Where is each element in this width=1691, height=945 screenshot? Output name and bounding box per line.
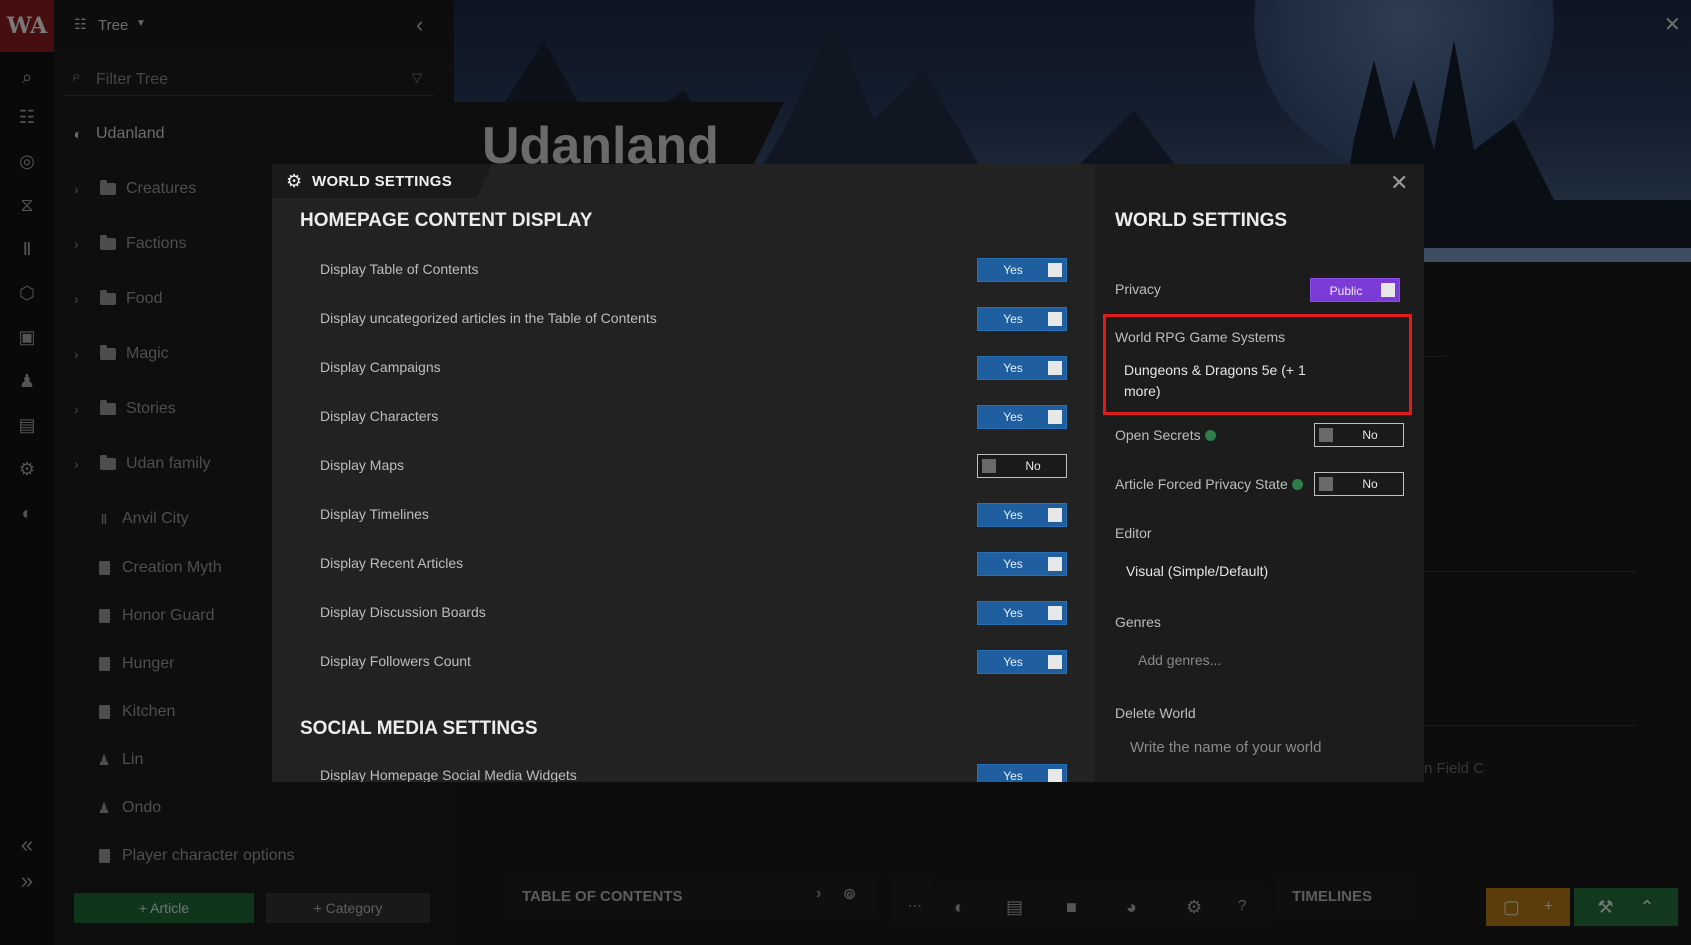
toggle-knob (1319, 428, 1333, 442)
toggle-value: Yes (1003, 769, 1023, 782)
forced-privacy-label: Article Forced Privacy State (1115, 476, 1303, 492)
toggle-value: Yes (1003, 508, 1023, 522)
setting-toggle[interactable]: Yes (977, 552, 1067, 576)
toggle-value: No (1362, 428, 1378, 442)
setting-toggle[interactable]: Yes (977, 650, 1067, 674)
editor-label: Editor (1115, 525, 1152, 541)
toggle-knob (1048, 606, 1062, 620)
toggle-value: No (1025, 459, 1041, 473)
toggle-value: Yes (1003, 263, 1023, 277)
setting-label: Display Homepage Social Media Widgets (320, 767, 577, 782)
modal-title-tab: ⚙ WORLD SETTINGS (272, 164, 492, 198)
open-secrets-label: Open Secrets (1115, 427, 1216, 443)
delete-world-label: Delete World (1115, 705, 1196, 721)
toggle-knob (1048, 263, 1062, 277)
setting-toggle[interactable]: Yes (977, 601, 1067, 625)
delete-world-input[interactable]: Write the name of your world (1115, 731, 1405, 765)
setting-label: Display Followers Count (320, 653, 471, 669)
setting-toggle[interactable]: Yes (977, 258, 1067, 282)
setting-label: Display Campaigns (320, 359, 441, 375)
genres-input[interactable]: Add genres... (1138, 652, 1221, 668)
homepage-content-heading: HOMEPAGE CONTENT DISPLAY (300, 210, 593, 231)
toggle-value: Yes (1003, 557, 1023, 571)
toggle-knob (1048, 410, 1062, 424)
toggle-knob (1319, 477, 1333, 491)
toggle-knob (1048, 361, 1062, 375)
toggle-knob (1048, 508, 1062, 522)
gear-icon: ⚙ (286, 171, 303, 191)
modal-title: WORLD SETTINGS (312, 173, 453, 190)
toggle-knob (1048, 557, 1062, 571)
genres-label: Genres (1115, 614, 1161, 630)
toggle-value: Yes (1003, 606, 1023, 620)
toggle-value: Yes (1003, 410, 1023, 424)
setting-toggle[interactable]: Yes (977, 764, 1067, 782)
right-panel-heading: WORLD SETTINGS (1115, 210, 1288, 231)
editor-select[interactable]: Visual (Simple/Default) (1126, 563, 1268, 579)
privacy-value: Public (1329, 284, 1363, 298)
info-icon[interactable] (1204, 430, 1216, 441)
toggle-knob (1381, 283, 1395, 297)
open-secrets-toggle[interactable]: No (1314, 423, 1404, 447)
forced-privacy-text: Article Forced Privacy State (1115, 476, 1288, 492)
rpg-systems-select[interactable]: Dungeons & Dragons 5e (+ 1 more) (1124, 360, 1324, 402)
setting-toggle[interactable]: Yes (977, 356, 1067, 380)
toggle-knob (1048, 769, 1062, 782)
setting-label: Display Timelines (320, 506, 429, 522)
info-icon[interactable] (1291, 479, 1303, 490)
toggle-value: No (1362, 477, 1378, 491)
toggle-value: Yes (1003, 361, 1023, 375)
privacy-label: Privacy (1115, 281, 1161, 297)
toggle-knob (1048, 655, 1062, 669)
setting-label: Display Characters (320, 408, 439, 424)
toggle-value: Yes (1003, 312, 1023, 326)
open-secrets-text: Open Secrets (1115, 427, 1201, 443)
setting-toggle[interactable]: Yes (977, 405, 1067, 429)
rpg-systems-label: World RPG Game Systems (1115, 329, 1286, 345)
privacy-toggle[interactable]: Public (1310, 278, 1400, 302)
toggle-value: Yes (1003, 655, 1023, 669)
toggle-knob (1048, 312, 1062, 326)
setting-label: Display Table of Contents (320, 261, 479, 277)
setting-label: Display uncategorized articles in the Ta… (320, 310, 657, 326)
setting-label: Display Discussion Boards (320, 604, 486, 620)
modal-scroll-clip: Display Homepage Social Media Widgets Ye… (272, 760, 1095, 782)
setting-toggle[interactable]: Yes (977, 307, 1067, 331)
close-icon[interactable]: ✕ (1390, 170, 1408, 196)
setting-toggle[interactable]: No (977, 454, 1067, 478)
setting-label: Display Maps (320, 457, 405, 473)
setting-label: Display Recent Articles (320, 555, 464, 571)
toggle-knob (982, 459, 996, 473)
forced-privacy-toggle[interactable]: No (1314, 472, 1404, 496)
social-media-heading: SOCIAL MEDIA SETTINGS (300, 718, 538, 739)
setting-toggle[interactable]: Yes (977, 503, 1067, 527)
